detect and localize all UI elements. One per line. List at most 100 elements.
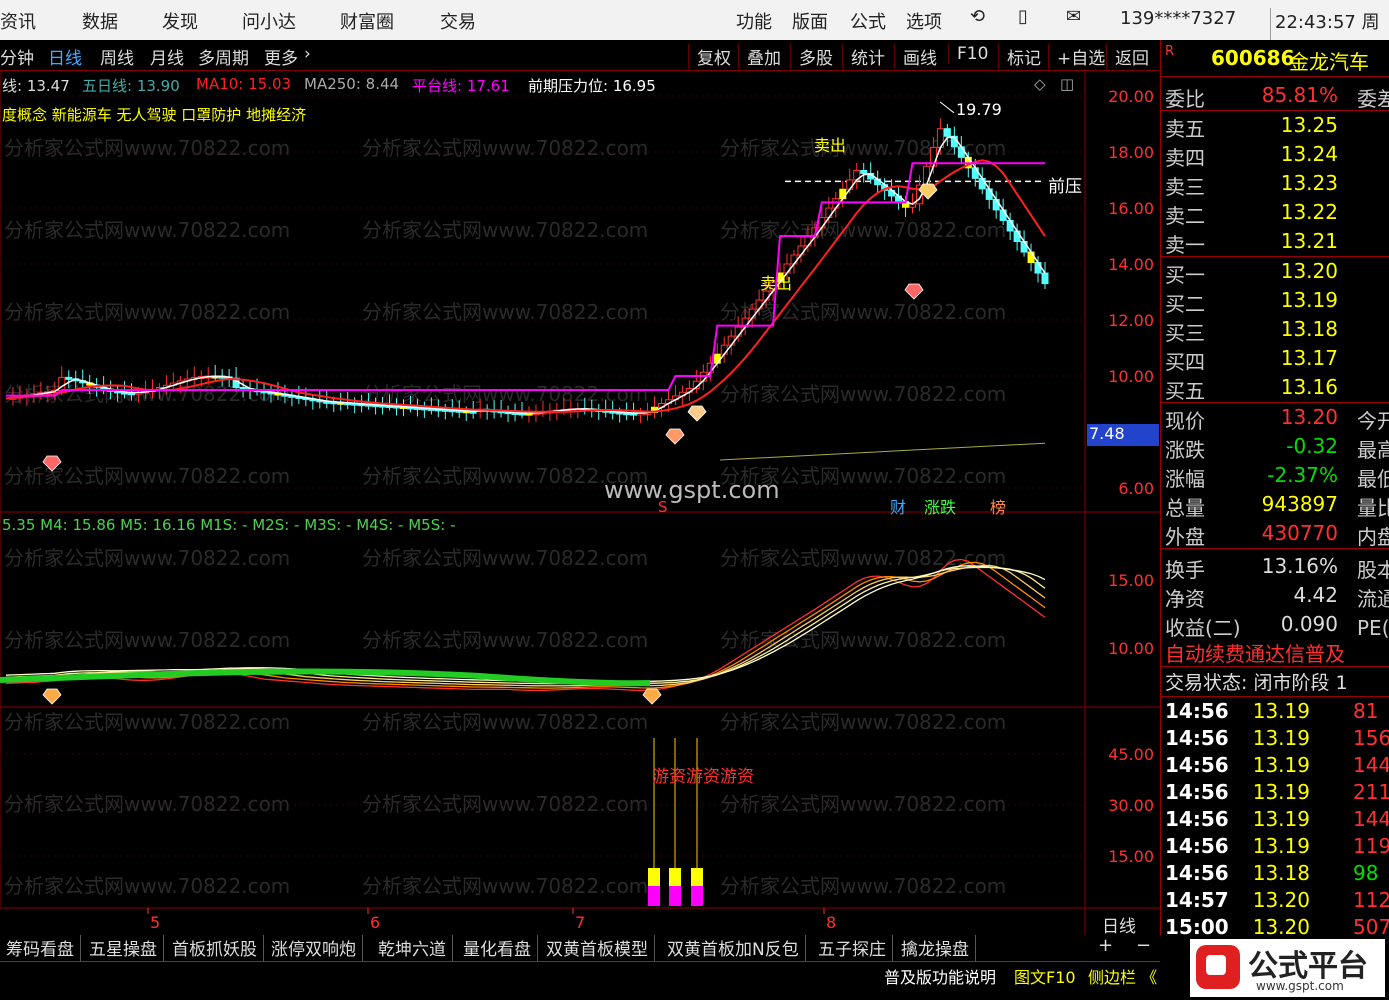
menu-item-data[interactable]: 数据: [82, 8, 118, 34]
zoom-out-button[interactable]: −: [1136, 935, 1151, 956]
menu-item-function[interactable]: 功能: [736, 8, 772, 34]
ask-row[interactable]: 卖三 13.23: [1161, 170, 1389, 199]
bottom-tab[interactable]: 乾坤六道: [372, 935, 453, 961]
bottom-tab[interactable]: 首板抓妖股: [166, 935, 264, 961]
menu-item-discover[interactable]: 发现: [162, 8, 198, 34]
period-minute[interactable]: 分钟: [0, 44, 34, 69]
menu-item-layout[interactable]: 版面: [792, 8, 828, 34]
menu-item-formula[interactable]: 公式: [850, 8, 886, 34]
quote-row-ext: 内盘: [1357, 525, 1389, 549]
volume-bar-top: [691, 868, 703, 886]
f10-button[interactable]: F10: [948, 44, 988, 64]
bottom-tab[interactable]: 筹码看盘: [0, 935, 81, 961]
quote-row[interactable]: 净资 4.42 流通: [1161, 582, 1389, 611]
bottom-tab[interactable]: 擒龙操盘: [895, 935, 976, 961]
ask-row[interactable]: 卖四 13.24: [1161, 141, 1389, 170]
ask-row[interactable]: 卖一 13.21: [1161, 228, 1389, 257]
bid-row[interactable]: 买五 13.16: [1161, 374, 1389, 403]
back-button[interactable]: 返回: [1106, 44, 1149, 69]
quote-row-label: 净资: [1165, 587, 1205, 611]
candle-body: [971, 167, 979, 179]
chevron-right-icon[interactable]: ›: [304, 44, 311, 64]
draw-line-button[interactable]: 画线: [894, 44, 937, 69]
period-more[interactable]: 更多: [264, 44, 298, 69]
ask-row[interactable]: 卖二 13.22: [1161, 199, 1389, 228]
ask-row[interactable]: 卖五 13.25: [1161, 112, 1389, 141]
ask-row-value: 13.23: [1280, 171, 1338, 195]
menu-item-options[interactable]: 选项: [906, 8, 942, 34]
quote-row[interactable]: 总量 943897 量比: [1161, 491, 1389, 520]
watermark-text: 分析家公式网www.70822.com: [362, 218, 648, 242]
mail-icon[interactable]: ✉: [1066, 6, 1081, 27]
quote-row[interactable]: 涨幅 -2.37% 最低: [1161, 462, 1389, 491]
bid-row[interactable]: 买三 13.18: [1161, 316, 1389, 345]
bid-row-label: 买四: [1165, 350, 1205, 374]
bottom-tab[interactable]: 量化看盘: [457, 935, 538, 961]
order-ratio[interactable]: 委比 85.81% 委差: [1161, 82, 1389, 111]
multi-stock-button[interactable]: 多股: [790, 44, 833, 69]
menu-item-trade[interactable]: 交易: [440, 8, 476, 34]
quote-row[interactable]: 现价 13.20 今开: [1161, 404, 1389, 433]
bid-row[interactable]: 买一 13.20: [1161, 258, 1389, 287]
change-icon[interactable]: 涨跌: [924, 494, 956, 518]
add-watchlist-button[interactable]: +自选: [1048, 44, 1105, 69]
menu-item-info[interactable]: 资讯: [0, 8, 36, 34]
panel-toggle-icon[interactable]: ◫: [1060, 75, 1074, 93]
refresh-icon[interactable]: ⟲: [970, 6, 985, 27]
bottom-tab[interactable]: 双黄首板模型: [540, 935, 655, 961]
ask-row-label: 卖三: [1165, 175, 1205, 199]
period-day[interactable]: 日线: [48, 44, 82, 69]
sidebar-link[interactable]: 侧边栏 《: [1088, 964, 1157, 988]
legend-ma250: MA250: 8.44: [304, 75, 400, 93]
bottom-tab[interactable]: 五子探庄: [812, 935, 893, 961]
ask-row-label: 卖二: [1165, 204, 1205, 228]
tick-price: 13.19: [1252, 807, 1310, 831]
tick-volume: 81: [1353, 699, 1379, 723]
menu-item-wealth[interactable]: 财富圈: [340, 8, 394, 34]
promo-banner[interactable]: 自动续费通达信普及: [1165, 638, 1345, 667]
quote-row[interactable]: 涨跌 -0.32 最高: [1161, 433, 1389, 462]
bid-row[interactable]: 买四 13.17: [1161, 345, 1389, 374]
candle-body: [992, 198, 1000, 211]
date-axis-tick: 8: [826, 913, 836, 932]
quote-row[interactable]: 换手 13.16% 股本: [1161, 553, 1389, 582]
candle-body: [978, 177, 986, 190]
ranking-icon[interactable]: 榜: [990, 494, 1006, 518]
period-week[interactable]: 周线: [100, 44, 134, 69]
order-ratio-value: 85.81%: [1261, 83, 1338, 107]
quote-row[interactable]: 外盘 430770 内盘: [1161, 520, 1389, 549]
candle-body: [720, 344, 728, 355]
diamond-marker: [665, 428, 685, 445]
tick-time: 14:56: [1165, 780, 1229, 804]
quote-row[interactable]: 收益(二) 0.090 PE(动: [1161, 611, 1389, 640]
period-multi[interactable]: 多周期: [198, 44, 249, 69]
kline-chart[interactable]: 分析家公式网www.70822.com 分析家公式网www.70822.com 分析…: [0, 70, 1160, 935]
finance-icon[interactable]: 财: [890, 494, 906, 518]
help-link[interactable]: 普及版功能说明: [884, 964, 996, 988]
volume-bar-top: [648, 868, 660, 886]
ask-row-label: 卖一: [1165, 233, 1205, 257]
tick-volume: 112: [1353, 888, 1389, 912]
bottom-tab[interactable]: 双黄首板加N反包: [661, 935, 806, 961]
diamond-icon[interactable]: ◇: [1034, 75, 1046, 93]
tick-row: 14:56 13.19 144: [1161, 806, 1389, 834]
quote-row-ext: PE(动: [1357, 616, 1389, 640]
stats-button[interactable]: 统计: [842, 44, 885, 69]
quote-row-label: 换手: [1165, 558, 1205, 582]
indicator-line: [5, 565, 1046, 683]
mark-button[interactable]: 标记: [998, 44, 1041, 69]
period-month[interactable]: 月线: [150, 44, 184, 69]
bottom-tab[interactable]: 五星操盘: [83, 935, 164, 961]
phone-icon[interactable]: ▯: [1018, 6, 1028, 27]
restore-rights-button[interactable]: 复权: [688, 44, 731, 69]
menu-item-ask[interactable]: 问小达: [242, 8, 296, 34]
quote-row-value: 943897: [1261, 492, 1338, 516]
f10-link[interactable]: 图文F10: [1014, 964, 1076, 988]
bid-row[interactable]: 买二 13.19: [1161, 287, 1389, 316]
overlay-button[interactable]: 叠加: [738, 44, 781, 69]
quote-row-ext: 量比: [1357, 496, 1389, 520]
zoom-in-button[interactable]: +: [1098, 935, 1113, 956]
user-phone[interactable]: 139****7327: [1120, 8, 1236, 29]
bid-row-value: 13.18: [1280, 317, 1338, 341]
bottom-tab[interactable]: 涨停双响炮: [265, 935, 363, 961]
